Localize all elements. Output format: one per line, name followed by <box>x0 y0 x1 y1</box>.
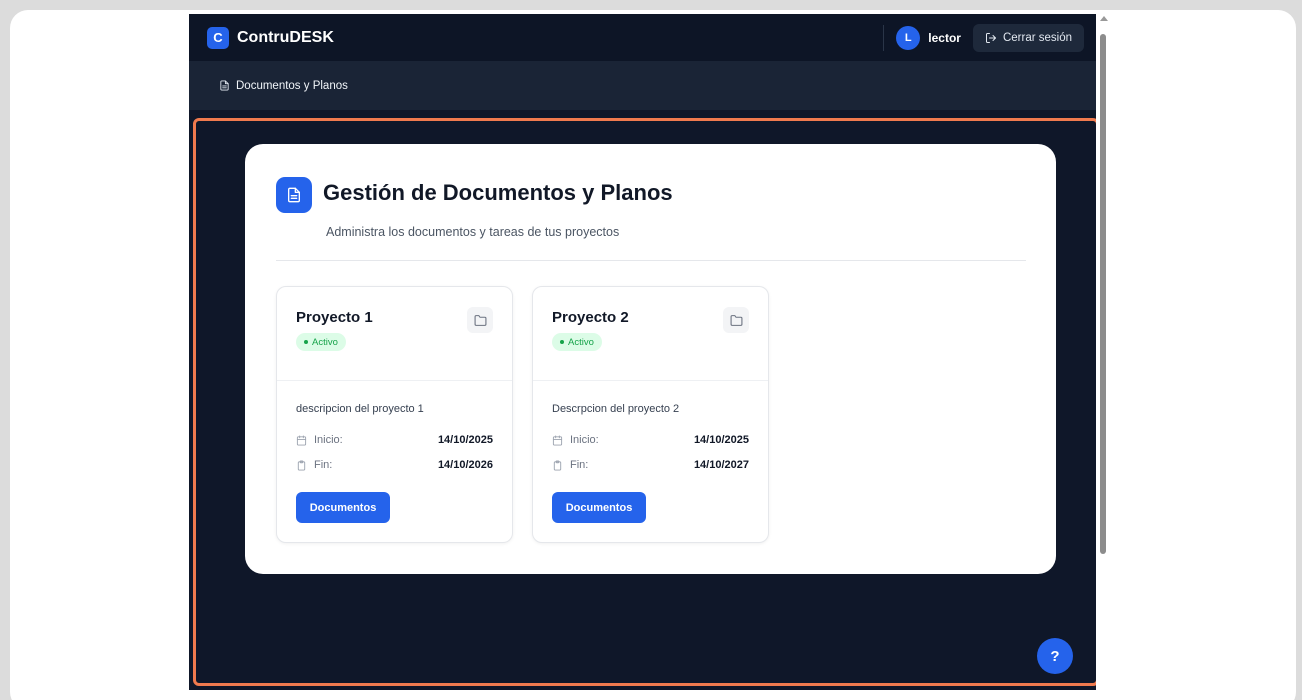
status-label: Activo <box>312 336 338 348</box>
scrollbar[interactable] <box>1096 14 1112 690</box>
document-icon <box>288 187 300 203</box>
document-icon <box>220 80 229 91</box>
card-divider <box>533 380 768 381</box>
end-date-row: Fin: 14/10/2026 <box>296 457 493 473</box>
project-card[interactable]: Proyecto 2 Activo Descrpcion del proyect… <box>532 286 769 543</box>
logout-icon <box>985 32 996 43</box>
breadcrumb-bar: Documentos y Planos <box>189 61 1096 110</box>
end-date-row: Fin: 14/10/2027 <box>552 457 749 473</box>
end-date: 14/10/2027 <box>693 459 749 471</box>
start-date: 14/10/2025 <box>437 434 493 446</box>
folder-button[interactable] <box>723 307 749 333</box>
top-navbar: C ContruDESK L lector Cerrar sesión <box>189 14 1096 61</box>
documents-panel: Gestión de Documentos y Planos Administr… <box>245 144 1056 574</box>
status-badge: Activo <box>296 333 346 351</box>
user-name: lector <box>928 30 961 45</box>
logout-button[interactable]: Cerrar sesión <box>972 23 1084 52</box>
calendar-icon <box>296 434 307 446</box>
page-subtitle: Administra los documentos y tareas de tu… <box>326 225 620 239</box>
status-dot <box>304 340 308 344</box>
documents-button[interactable]: Documentos <box>296 492 390 523</box>
project-name: Proyecto 2 <box>552 309 629 326</box>
user-avatar[interactable]: L <box>896 25 921 50</box>
app-container: C ContruDESK L lector Cerrar sesión Docu… <box>189 14 1096 690</box>
logout-label: Cerrar sesión <box>1002 31 1072 44</box>
end-label: Fin: <box>314 459 333 471</box>
clipboard-icon <box>553 459 562 471</box>
start-label: Inicio: <box>570 434 599 446</box>
folder-icon <box>730 314 742 326</box>
end-label: Fin: <box>570 459 589 471</box>
start-date: 14/10/2025 <box>693 434 749 446</box>
card-divider <box>277 380 512 381</box>
status-dot <box>560 340 564 344</box>
breadcrumb-label: Documentos y Planos <box>236 79 348 92</box>
folder-button[interactable] <box>467 307 493 333</box>
project-description: Descrpcion del proyecto 2 <box>552 403 680 415</box>
breadcrumb[interactable]: Documentos y Planos <box>219 80 348 92</box>
clipboard-icon <box>297 459 306 471</box>
start-date-row: Inicio: 14/10/2025 <box>296 432 493 448</box>
logo-badge: C <box>207 26 229 49</box>
calendar-icon <box>552 434 563 446</box>
status-label: Activo <box>568 336 594 348</box>
app-title[interactable]: ContruDESK <box>237 29 334 47</box>
status-badge: Activo <box>552 333 602 351</box>
project-card[interactable]: Proyecto 1 Activo descripcion del proyec… <box>276 286 513 543</box>
start-date-row: Inicio: 14/10/2025 <box>552 432 749 448</box>
folder-icon <box>474 314 486 326</box>
project-name: Proyecto 1 <box>296 309 373 326</box>
documents-button[interactable]: Documentos <box>552 492 646 523</box>
page-title: Gestión de Documentos y Planos <box>323 180 673 205</box>
title-icon-badge <box>276 177 312 213</box>
user-area: L lector Cerrar sesión <box>883 23 1084 52</box>
scroll-up-arrow[interactable] <box>1100 16 1108 21</box>
section-divider <box>276 260 1026 261</box>
navbar-divider <box>883 24 885 51</box>
start-label: Inicio: <box>314 434 343 446</box>
project-description: descripcion del proyecto 1 <box>296 403 424 415</box>
scroll-thumb[interactable] <box>1100 34 1106 554</box>
end-date: 14/10/2026 <box>437 459 493 471</box>
help-button[interactable]: ? <box>1037 638 1073 674</box>
